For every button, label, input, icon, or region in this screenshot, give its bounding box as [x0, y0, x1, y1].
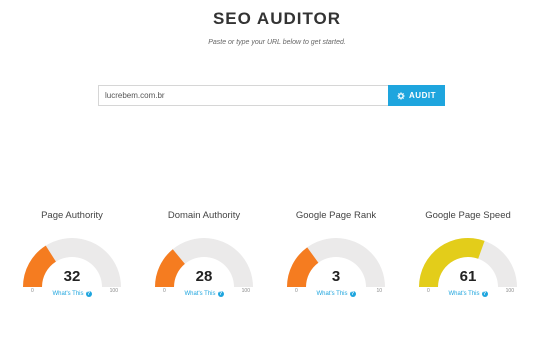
- help-icon: ?: [85, 291, 92, 297]
- gauge-label: Google Page Speed: [425, 210, 511, 221]
- whats-this-label: What's This: [316, 291, 348, 297]
- help-icon: ?: [217, 291, 224, 297]
- gear-icon: [397, 91, 405, 100]
- gauge-google-page-speed: Google Page Speed 61 0 100 What's This ?: [417, 210, 519, 305]
- gauge-google-page-rank: Google Page Rank 3 0 10 What's This ?: [285, 210, 387, 305]
- whats-this-label: What's This: [52, 291, 84, 297]
- whats-this-link[interactable]: What's This ?: [153, 291, 255, 297]
- help-icon: ?: [349, 291, 356, 297]
- audit-button[interactable]: AUDIT: [388, 85, 445, 106]
- page-subtitle: Paste or type your URL below to get star…: [208, 39, 346, 46]
- gauge-label: Domain Authority: [167, 210, 241, 221]
- whats-this-link[interactable]: What's This ?: [285, 291, 387, 297]
- whats-this-label: What's This: [184, 291, 216, 297]
- gauge-value: 32: [63, 268, 81, 285]
- gauge-label: Page Authority: [41, 210, 103, 221]
- page-title: SEO AUDITOR: [212, 9, 342, 28]
- gauge-label: Google Page Rank: [295, 210, 377, 221]
- gauge-page-authority: Page Authority 32 0 100 What's This ?: [21, 210, 123, 305]
- gauge-domain-authority: Domain Authority 28 0 100 What's This ?: [153, 210, 255, 305]
- whats-this-label: What's This: [448, 291, 480, 297]
- audit-button-label: AUDIT: [409, 91, 436, 100]
- url-input[interactable]: [98, 85, 388, 106]
- gauge-value: 28: [195, 268, 213, 285]
- gauge-value: 61: [459, 268, 477, 285]
- whats-this-link[interactable]: What's This ?: [417, 291, 519, 297]
- gauge-value: 3: [331, 268, 341, 285]
- whats-this-link[interactable]: What's This ?: [21, 291, 123, 297]
- search-bar: AUDIT: [98, 85, 445, 106]
- help-icon: ?: [481, 291, 488, 297]
